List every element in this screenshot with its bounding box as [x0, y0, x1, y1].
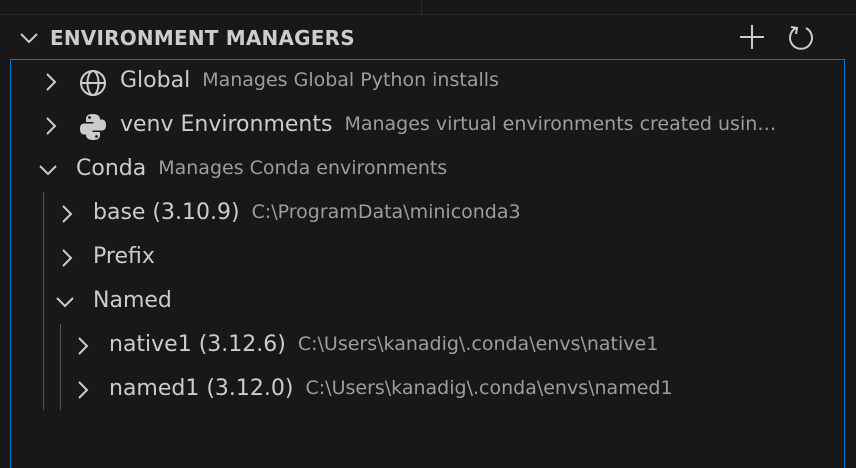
- environment-managers-view: ENVIRONMENT MANAGERS Global Manages Glob…: [0, 0, 856, 468]
- chevron-right-icon[interactable]: [73, 380, 93, 400]
- chevron-down-icon[interactable]: [55, 292, 75, 312]
- add-environment-button[interactable]: [736, 21, 768, 53]
- tree-item-description: C:\ProgramData\miniconda3: [251, 201, 521, 223]
- tree-item-label: Named: [93, 288, 172, 313]
- pane-header[interactable]: ENVIRONMENT MANAGERS: [0, 16, 856, 58]
- tree-item-conda[interactable]: Conda Manages Conda environments: [11, 148, 844, 192]
- tree-item-description: Manages virtual environments created usi…: [344, 113, 777, 135]
- tree-item-named[interactable]: Named: [11, 280, 844, 324]
- tree-item-label: base (3.10.9): [93, 200, 240, 225]
- refresh-button[interactable]: [785, 21, 817, 53]
- tree-item-label: native1 (3.12.6): [109, 332, 286, 357]
- chevron-right-icon[interactable]: [41, 72, 61, 92]
- python-icon: [80, 114, 106, 140]
- chevron-right-icon[interactable]: [57, 248, 77, 268]
- tree-item-named1[interactable]: named1 (3.12.0) C:\Users\kanadig\.conda\e…: [11, 368, 844, 412]
- chevron-down-icon[interactable]: [38, 160, 58, 180]
- tree-item-venv-environments[interactable]: venv Environments Manages virtual environ…: [11, 104, 844, 148]
- tree-item-base[interactable]: base (3.10.9) C:\ProgramData\miniconda3: [11, 192, 844, 236]
- chevron-right-icon[interactable]: [73, 336, 93, 356]
- plus-icon: [740, 25, 764, 49]
- chevron-right-icon[interactable]: [41, 116, 61, 136]
- tree-item-description: Manages Global Python installs: [202, 69, 499, 91]
- chevron-down-icon[interactable]: [18, 28, 40, 48]
- chevron-right-icon[interactable]: [57, 204, 77, 224]
- tree-item-description: Manages Conda environments: [158, 157, 448, 179]
- tree-item-label: named1 (3.12.0): [109, 376, 294, 401]
- refresh-icon: [789, 26, 813, 50]
- tree-item-label: Prefix: [93, 244, 155, 269]
- tree-item-prefix[interactable]: Prefix: [11, 236, 844, 280]
- environment-tree: Global Manages Global Python installs ven…: [10, 59, 845, 468]
- vertical-divider: [421, 0, 422, 15]
- tree-item-description: C:\Users\kanadig\.conda\envs\named1: [305, 377, 673, 399]
- tree-item-native1[interactable]: native1 (3.12.6) C:\Users\kanadig\.conda\…: [11, 324, 844, 368]
- tree-item-label: Global: [120, 68, 191, 93]
- pane-title: ENVIRONMENT MANAGERS: [50, 26, 355, 50]
- globe-icon: [80, 70, 106, 96]
- tree-item-description: C:\Users\kanadig\.conda\envs\native1: [297, 333, 659, 355]
- tree-item-label: Conda: [76, 156, 147, 181]
- tree-item-label: venv Environments: [120, 112, 333, 137]
- top-divider: [0, 0, 856, 15]
- tree-item-global[interactable]: Global Manages Global Python installs: [11, 60, 844, 104]
